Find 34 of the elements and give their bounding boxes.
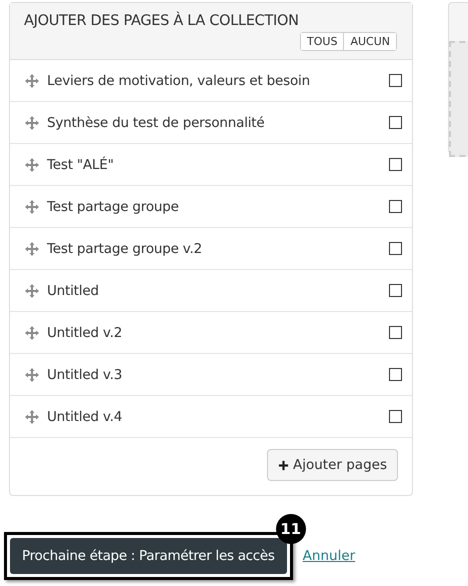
page-title: Test partage groupe [47, 198, 180, 214]
move-icon[interactable] [25, 158, 39, 172]
checkbox[interactable] [389, 242, 402, 255]
panel-title: AJOUTER DES PAGES À LA COLLECTION [24, 13, 300, 29]
checkbox[interactable] [389, 158, 402, 171]
page-title: Test partage groupe v.2 [47, 240, 204, 256]
checkbox[interactable] [389, 326, 402, 339]
move-icon[interactable] [25, 368, 39, 382]
page-title: Untitled v.3 [47, 366, 124, 382]
move-icon[interactable] [25, 326, 39, 340]
checkbox[interactable] [389, 368, 402, 381]
select-button[interactable]: AUCUN [343, 33, 396, 50]
checkbox[interactable] [389, 116, 402, 129]
cancel-link[interactable]: Annuler [302, 548, 356, 564]
plus-icon [278, 460, 289, 470]
move-icon[interactable] [25, 284, 39, 298]
checkbox[interactable] [389, 200, 402, 213]
page-title: Untitled v.2 [47, 324, 124, 340]
step-badge: 11 [276, 514, 306, 544]
move-icon[interactable] [25, 410, 39, 424]
page-title: Untitled [47, 282, 100, 298]
checkbox[interactable] [389, 74, 402, 87]
move-icon[interactable] [25, 116, 39, 130]
page-title: Test "ALÉ" [47, 156, 115, 172]
page-title: Synthèse du test de personnalité [47, 114, 266, 130]
move-icon[interactable] [25, 74, 39, 88]
next-step-button[interactable]: Prochaine étape : Paramétrer les accès [10, 538, 287, 574]
add-pages-button[interactable]: Ajouter pages [267, 449, 398, 481]
move-icon[interactable] [25, 200, 39, 214]
page-title: Leviers de motivation, valeurs et besoin [47, 72, 311, 88]
page-title: Untitled v.4 [47, 408, 124, 424]
checkbox[interactable] [389, 410, 402, 423]
move-icon[interactable] [25, 242, 39, 256]
checkbox[interactable] [389, 284, 402, 297]
